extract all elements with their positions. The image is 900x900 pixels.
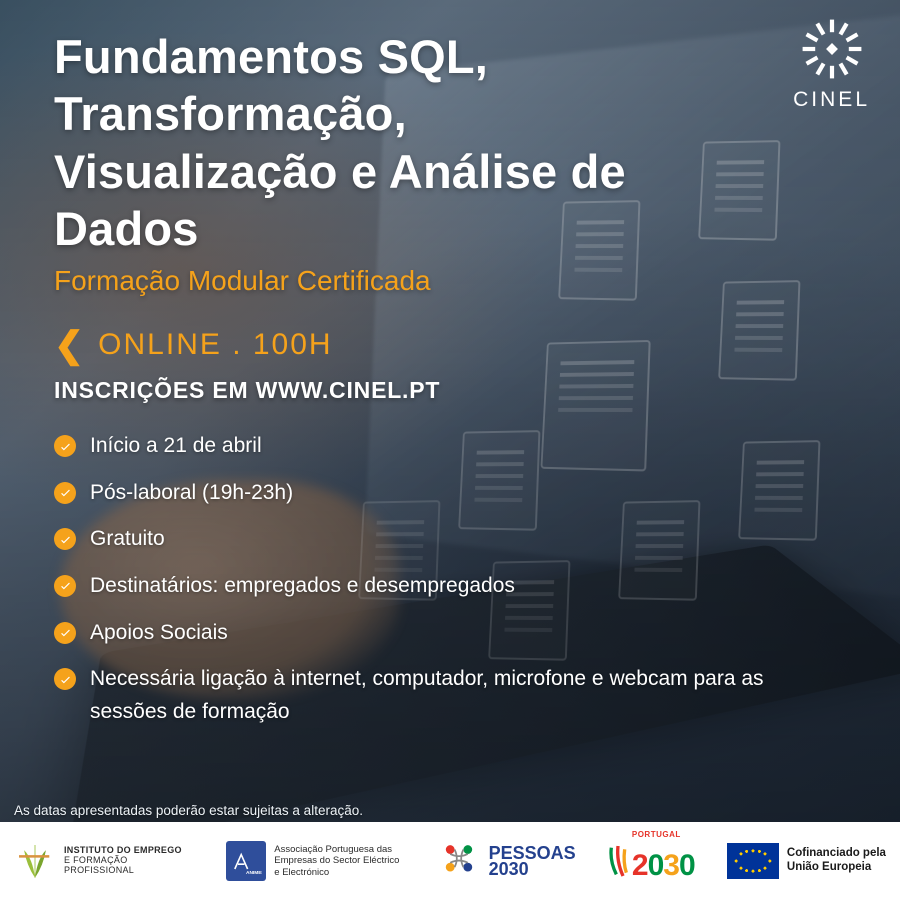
check-icon [54, 668, 76, 690]
iefp-logo: INSTITUTO DO EMPREGO E FORMAÇÃO PROFISSI… [14, 840, 194, 882]
disclaimer-text: As datas apresentadas poderão estar suje… [14, 803, 363, 818]
pessoas2030-logo: PESSOAS 2030 [437, 839, 576, 883]
check-icon [54, 482, 76, 504]
list-item-text: Gratuito [90, 523, 165, 556]
check-icon [54, 622, 76, 644]
pessoas2030-label: PESSOAS 2030 [489, 845, 576, 877]
chevron-left-icon: ❮ [54, 327, 84, 363]
enrollment-link-text[interactable]: INSCRIÇÕES EM WWW.CINEL.PT [54, 377, 846, 404]
sponsor-footer: INSTITUTO DO EMPREGO E FORMAÇÃO PROFISSI… [0, 822, 900, 900]
eu-flag-icon [727, 843, 779, 879]
list-item-text: Necessária ligação à internet, computado… [90, 663, 774, 728]
iefp-label: INSTITUTO DO EMPREGO E FORMAÇÃO PROFISSI… [64, 846, 194, 876]
list-item: Necessária ligação à internet, computado… [54, 663, 774, 728]
eu-cofinance-label: Cofinanciado pela União Europeia [787, 847, 886, 875]
eu-cofinance-logo: Cofinanciado pela União Europeia [727, 843, 886, 879]
animee-logo: ANIMEE Associação Portuguesa das Empresa… [226, 841, 404, 881]
check-icon [54, 575, 76, 597]
course-subtitle: Formação Modular Certificada [54, 265, 846, 297]
iefp-logo-icon [14, 840, 56, 882]
pessoas2030-logo-icon [437, 839, 481, 883]
list-item-text: Início a 21 de abril [90, 430, 262, 463]
portugal2030-logo-icon [608, 844, 628, 878]
check-icon [54, 435, 76, 457]
list-item: Apoios Sociais [54, 617, 774, 650]
animee-label: Associação Portuguesa das Empresas do Se… [274, 844, 404, 878]
delivery-mode-row: ❮ ONLINE . 100H [54, 327, 846, 363]
animee-logo-icon: ANIMEE [226, 841, 266, 881]
list-item: Início a 21 de abril [54, 430, 774, 463]
poster-content: Fundamentos SQL, Transformação, Visualiz… [0, 0, 900, 900]
delivery-mode: ONLINE . 100H [98, 328, 332, 362]
course-poster: CINEL Fundamentos SQL, Transformação, Vi… [0, 0, 900, 900]
details-list: Início a 21 de abril Pós-laboral (19h-23… [54, 430, 774, 728]
list-item-text: Destinatários: empregados e desempregado… [90, 570, 515, 603]
list-item: Gratuito [54, 523, 774, 556]
list-item-text: Apoios Sociais [90, 617, 228, 650]
check-icon [54, 528, 76, 550]
portugal2030-label: PORTUGAL 2030 [632, 838, 695, 884]
list-item: Pós-laboral (19h-23h) [54, 477, 774, 510]
list-item-text: Pós-laboral (19h-23h) [90, 477, 293, 510]
portugal2030-logo: PORTUGAL 2030 [608, 838, 695, 884]
svg-text:ANIMEE: ANIMEE [246, 870, 262, 876]
list-item: Destinatários: empregados e desempregado… [54, 570, 774, 603]
course-title: Fundamentos SQL, Transformação, Visualiz… [54, 28, 694, 257]
